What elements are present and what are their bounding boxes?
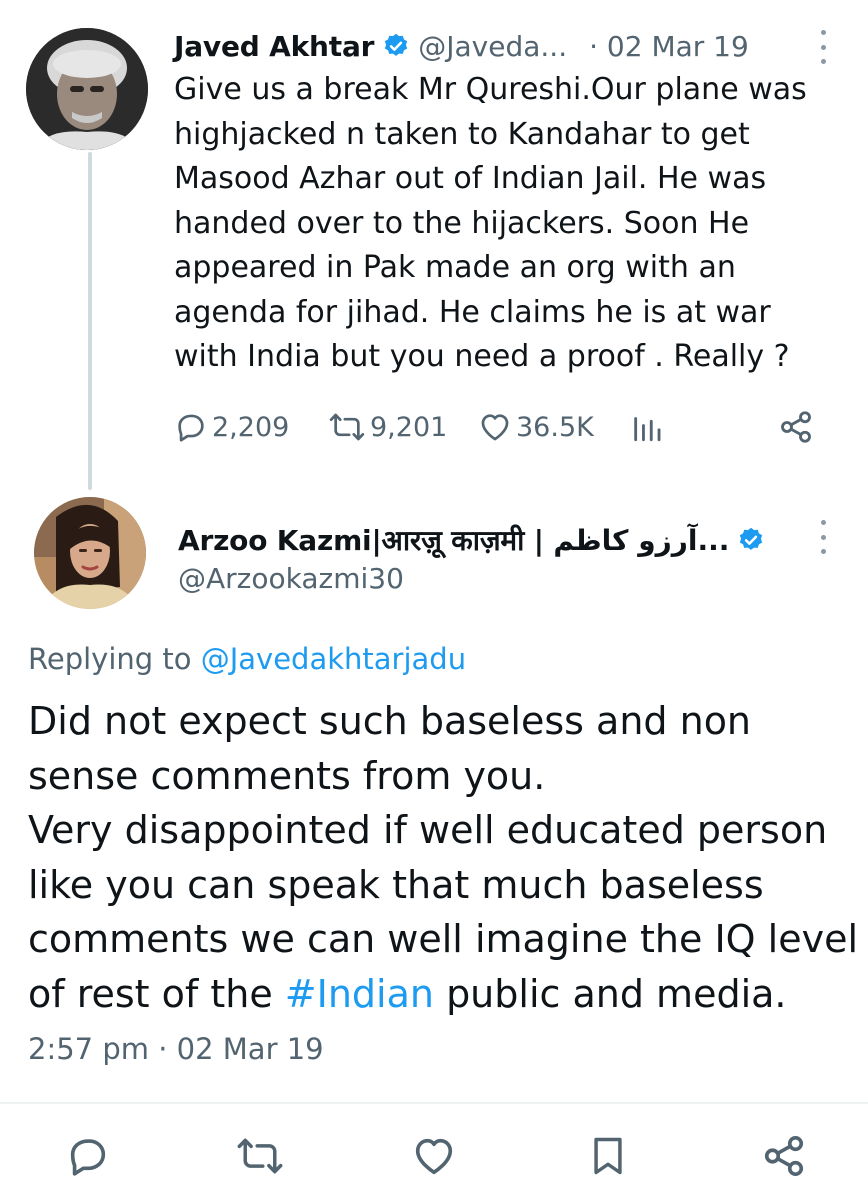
retweet-button[interactable]: 9,201 [328,404,447,450]
tweet-text-line: of rest of the #Indian public and media. [28,967,858,1022]
tweet1-action-bar: 2,209 9,201 36.5K [174,404,824,450]
tweet-text-line: like you can speak that much baseless [28,862,764,907]
share-button[interactable] [778,404,818,450]
author-name[interactable]: Arzoo Kazmi|आरज़ू काज़मी | آرزو کاظم... [178,521,730,559]
views-button[interactable] [630,404,668,450]
tweet1-header: Javed Akhtar @Javeda... · 02 Mar 19 [174,26,749,66]
hashtag-link[interactable]: #Indian [285,972,434,1016]
tweet-timestamp[interactable]: 2:57 pm · 02 Mar 19 [28,1032,324,1066]
tweet-text-line: Give us a break Mr Qureshi.Our plane was [174,72,807,107]
tweet-text-line: appeared in Pak made an org with an [174,250,736,285]
tweet-text-line: Did not expect such baseless and non [28,699,752,743]
replying-prefix: Replying to [28,642,201,676]
like-button[interactable] [406,1128,462,1184]
reply-count: 2,209 [212,411,290,443]
heart-icon [415,1138,453,1175]
text-fragment: of rest of the [28,971,285,1016]
bookmark-icon [594,1137,622,1175]
bookmark-button[interactable] [580,1128,636,1184]
author-name[interactable]: Javed Akhtar [174,30,374,63]
avatar-javed-akhtar[interactable] [26,28,148,150]
reply-icon [178,414,204,442]
avatar-image [34,497,146,609]
replying-to-label: Replying to @Javedakhtarjadu [28,642,466,676]
tweet-text-line: with India but you need a proof . Really… [174,339,790,374]
tweet2-text: Did not expect such baseless and non sen… [28,694,858,1021]
author-handle[interactable]: @Javeda... [418,30,567,63]
heart-icon [481,414,509,441]
reply-button[interactable] [60,1128,116,1184]
analytics-icon [634,417,661,442]
tweet-text-line: Very disappointed if well educated perso… [28,808,828,852]
divider [0,1102,868,1104]
replying-to-link[interactable]: @Javedakhtarjadu [201,642,466,676]
reply-button[interactable]: 2,209 [174,404,289,450]
tweet2-action-bar [0,1128,868,1184]
text-fragment: public and media. [433,971,787,1016]
share-icon [764,1135,804,1177]
tweet-text-line: Masood Azhar out of Indian Jail. He was [174,161,767,196]
tweet1-text: Give us a break Mr Qureshi.Our plane was… [174,68,844,380]
verified-badge-icon [385,33,408,56]
tweet-text-line: sense comments from you. [28,753,546,798]
avatar-image [26,28,148,150]
share-button[interactable] [756,1128,812,1184]
more-options-icon[interactable] [818,30,828,64]
verified-badge-icon [740,527,763,550]
tweet-text-line: agenda for jihad. He claims he is at war [174,294,771,330]
tweet2-header: Arzoo Kazmi|आरज़ू काज़मी | آرزو کاظم... [178,520,773,560]
reply-icon [70,1139,106,1176]
tweet-text-line: handed over to the hijackers. Soon He [174,205,750,241]
avatar-arzoo-kazmi[interactable] [34,497,146,609]
retweet-count: 9,201 [370,411,448,443]
retweet-button[interactable] [232,1128,288,1184]
tweet-date[interactable]: · 02 Mar 19 [589,30,749,63]
retweet-icon [237,1138,283,1174]
like-count: 36.5K [516,411,594,443]
author-handle[interactable]: @Arzookazmi30 [178,562,404,595]
like-button[interactable]: 36.5K [478,404,594,450]
tweet-text-line: highjacked n taken to Kandahar to get [174,116,750,152]
retweet-icon [329,413,365,441]
thread-connector-line [88,152,92,490]
tweet-text-line: comments we can well imagine the IQ leve… [28,917,859,961]
more-options-icon[interactable] [818,520,828,554]
share-icon [781,411,811,443]
